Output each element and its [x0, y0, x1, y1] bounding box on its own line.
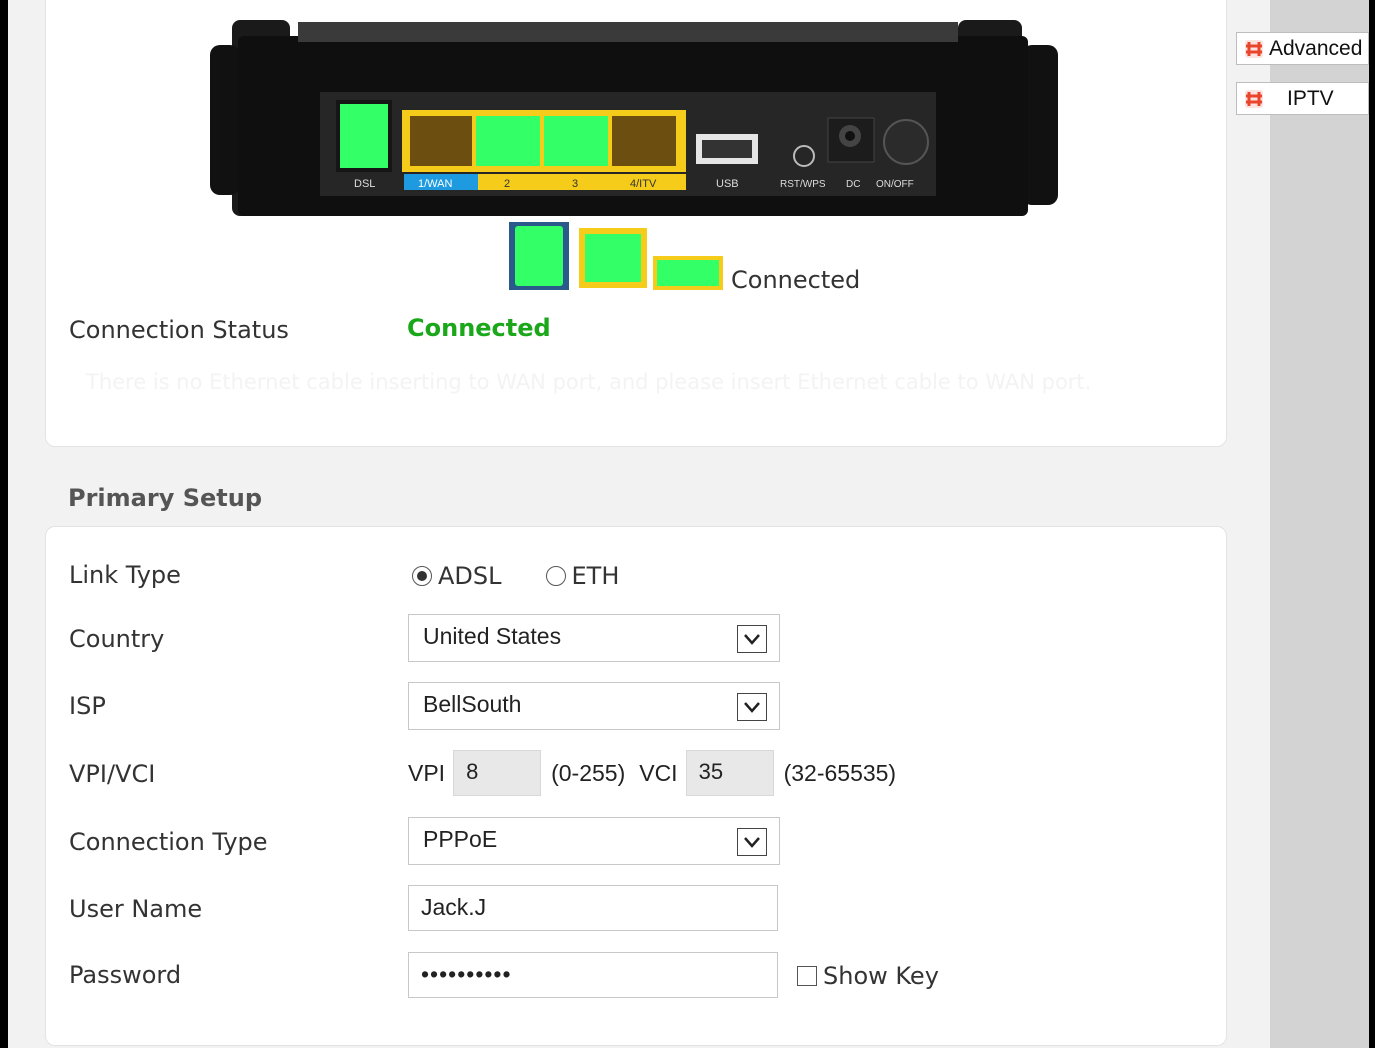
link-type-adsl-radio[interactable]: [412, 566, 432, 586]
isp-select[interactable]: BellSouth: [408, 682, 780, 730]
vci-range: (32-65535): [783, 759, 897, 786]
port-label-3: 3: [572, 178, 578, 190]
legend-connected-label: Connected: [731, 266, 861, 294]
port-label-4-itv: 4/ITV: [630, 178, 657, 190]
show-key-checkbox[interactable]: [797, 966, 817, 986]
password-input[interactable]: ••••••••••: [408, 952, 778, 998]
isp-label: ISP: [69, 692, 106, 720]
vci-input[interactable]: 35: [685, 750, 774, 796]
primary-setup-title: Primary Setup: [68, 484, 262, 512]
user-name-input[interactable]: Jack.J: [408, 885, 778, 931]
port-label-wan: 1/WAN: [418, 178, 452, 190]
wan-hint-text: There is no Ethernet cable inserting to …: [86, 370, 1092, 394]
port-label-dc: DC: [846, 179, 860, 190]
vpi-range: (0-255): [551, 759, 626, 786]
password-label: Password: [69, 961, 182, 989]
advanced-button-label: Advanced: [1269, 36, 1363, 60]
advanced-button[interactable]: Advanced: [1236, 32, 1369, 65]
connection-type-value: PPPoE: [423, 826, 498, 852]
chevron-down-icon[interactable]: [737, 693, 767, 721]
vpi-input[interactable]: 8: [453, 750, 542, 796]
iptv-button-label: IPTV: [1287, 86, 1334, 110]
user-name-label: User Name: [69, 895, 203, 923]
connection-type-label: Connection Type: [69, 828, 268, 856]
window-border-right: [1369, 0, 1375, 1048]
link-type-eth-label: ETH: [571, 562, 620, 590]
link-type-radio-group: ADSL ETH: [412, 562, 663, 590]
link-type-adsl-option[interactable]: ADSL: [412, 562, 502, 590]
link-type-label: Link Type: [69, 561, 181, 589]
country-select-value: United States: [423, 623, 562, 649]
country-select[interactable]: United States: [408, 614, 780, 662]
port-legend-icons: [509, 222, 723, 290]
vpi-vci-row: VPI 8 (0-255) VCI 35 (32-65535): [408, 750, 896, 796]
port-label-2: 2: [504, 178, 510, 190]
port-label-usb: USB: [716, 178, 739, 190]
connection-type-select[interactable]: PPPoE: [408, 817, 780, 865]
router-back-panel-image: DSL 1/WAN 2 3 4/ITV USB RST/WPS DC ON/OF…: [210, 20, 1058, 216]
sidebar: [1270, 0, 1369, 1048]
isp-select-value: BellSouth: [423, 691, 522, 717]
connection-status-value: Connected: [407, 314, 551, 342]
link-type-eth-option[interactable]: ETH: [545, 562, 620, 590]
port-label-rst-wps: RST/WPS: [780, 179, 826, 190]
country-label: Country: [69, 625, 165, 653]
port-label-dsl: DSL: [354, 178, 375, 190]
gear-icon: [1245, 39, 1263, 58]
vci-label: VCI: [639, 759, 678, 786]
connection-status-label: Connection Status: [69, 316, 289, 344]
show-key-toggle[interactable]: Show Key: [797, 962, 939, 990]
vpi-vci-label: VPI/VCI: [69, 760, 156, 788]
chevron-down-icon[interactable]: [737, 625, 767, 653]
show-key-label: Show Key: [823, 962, 939, 990]
vpi-label: VPI: [408, 759, 446, 786]
link-type-eth-radio[interactable]: [545, 566, 566, 586]
iptv-button[interactable]: IPTV: [1236, 82, 1369, 115]
gear-icon: [1245, 89, 1263, 108]
link-type-adsl-label: ADSL: [438, 562, 502, 590]
chevron-down-icon[interactable]: [737, 828, 767, 856]
port-label-on-off: ON/OFF: [876, 179, 914, 190]
window-border-left: [0, 0, 8, 1048]
